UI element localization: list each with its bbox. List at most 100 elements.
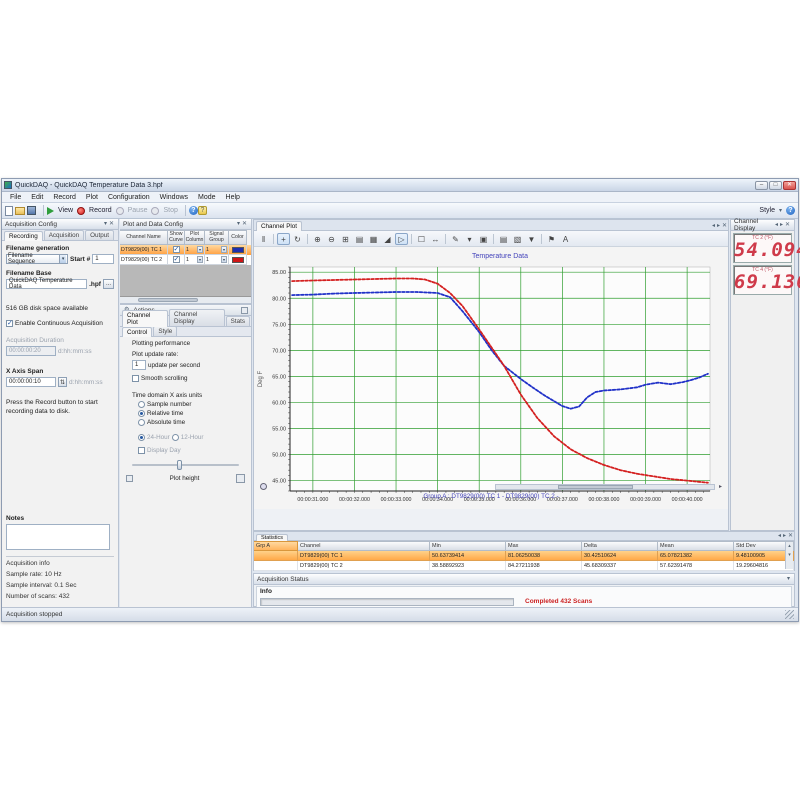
pan-icon[interactable]: +: [277, 232, 290, 245]
chevron-down-icon[interactable]: ▾: [197, 246, 203, 253]
minimize-button[interactable]: –: [755, 180, 768, 190]
smooth-scrolling-checkbox[interactable]: [132, 375, 139, 382]
menu-configuration[interactable]: Configuration: [103, 194, 155, 201]
stats-row[interactable]: DT9829(00) TC 2 38.58892923 84.27211938 45.…: [254, 561, 794, 571]
menu-record[interactable]: Record: [48, 194, 81, 201]
stats-header-min[interactable]: Min: [430, 541, 506, 551]
show-curve-cell[interactable]: [168, 245, 185, 255]
plot-hscrollbar[interactable]: [494, 483, 715, 490]
filename-base-field[interactable]: QuickDAQ Temperature Data: [6, 278, 88, 290]
axes-icon[interactable]: ▤: [353, 233, 366, 245]
zoom-in-icon[interactable]: ⊕: [311, 233, 324, 245]
stats-header-grp-a[interactable]: Grp A: [254, 541, 298, 551]
radio-24-hour[interactable]: [138, 434, 145, 441]
tab-stats[interactable]: Stats: [225, 316, 250, 326]
grid-header-channel-name[interactable]: Channel Name: [120, 230, 168, 245]
pause-display-icon[interactable]: ‖: [257, 233, 270, 245]
menu-mode[interactable]: Mode: [193, 194, 221, 201]
radio-sample-number[interactable]: [138, 401, 145, 408]
flag-icon[interactable]: ⚑: [545, 233, 558, 245]
resize-grip-icon[interactable]: [785, 610, 794, 619]
tab-recording[interactable]: Recording: [4, 231, 43, 241]
pen-dropdown-icon[interactable]: ▾: [463, 233, 476, 245]
zoom-reset-icon[interactable]: ↻: [291, 233, 304, 245]
view-button[interactable]: View: [47, 206, 73, 215]
radio-absolute-time[interactable]: [138, 419, 145, 426]
chevron-down-icon[interactable]: ▾: [778, 207, 783, 215]
chevron-down-icon[interactable]: ▾: [197, 256, 203, 263]
pin-icon[interactable]: ▾: [786, 575, 791, 583]
info-icon[interactable]: ?: [197, 206, 207, 215]
color-cell[interactable]: [229, 245, 247, 255]
update-rate-field[interactable]: 1: [132, 360, 146, 370]
slope-tool-icon[interactable]: ◢: [381, 233, 394, 245]
show-curve-checkbox[interactable]: [172, 255, 180, 263]
radio-relative-time[interactable]: [138, 410, 145, 417]
plot-column-cell[interactable]: 1 ▾: [185, 245, 205, 255]
grid-header-signal-group[interactable]: Signal Group: [205, 230, 229, 245]
menu-file[interactable]: File: [5, 194, 26, 201]
close-panel-icon[interactable]: ✕: [241, 220, 248, 228]
chart-area[interactable]: Temperature Data Deg F 45.00 50.00 55.00 60.0…: [254, 247, 728, 509]
channel-grid-hscrollbar[interactable]: [120, 297, 251, 304]
chevron-down-icon[interactable]: ▾: [221, 246, 227, 253]
help-icon[interactable]: ?: [786, 206, 795, 215]
zoom-out-icon[interactable]: ⊖: [325, 233, 338, 245]
stats-row[interactable]: DT9829(00) TC 1 50.63739414 81.06250038 30.…: [254, 551, 794, 561]
plot-column-cell[interactable]: 1 ▾: [185, 255, 205, 265]
zoom-window-icon[interactable]: ⊞: [339, 233, 352, 245]
style-dropdown[interactable]: Style: [759, 207, 775, 214]
close-panel-icon[interactable]: ✕: [721, 222, 728, 230]
tab-channel-display[interactable]: Channel Display: [168, 309, 225, 326]
help-icon[interactable]: ?: [188, 206, 198, 215]
stop-button[interactable]: Stop: [151, 206, 178, 215]
stats-header-delta[interactable]: Delta: [582, 541, 658, 551]
color-cell[interactable]: [229, 255, 247, 265]
statistics-vscrollbar[interactable]: ▴ ▾: [785, 542, 793, 569]
close-panel-icon[interactable]: ✕: [784, 221, 791, 229]
menu-help[interactable]: Help: [221, 194, 245, 201]
show-curve-checkbox[interactable]: [172, 245, 180, 253]
stats-header-max[interactable]: Max: [506, 541, 582, 551]
channel-row[interactable]: DT9829(00) TC 2 1▾1▾: [120, 255, 251, 265]
channel-row[interactable]: DT9829(00) TC 1 1▾1▾: [120, 245, 251, 255]
menu-edit[interactable]: Edit: [26, 194, 48, 201]
pen-color-icon[interactable]: ✎: [449, 233, 462, 245]
menu-windows[interactable]: Windows: [155, 194, 193, 201]
tab-channel-plot[interactable]: Channel Plot: [256, 221, 303, 231]
close-panel-icon[interactable]: ✕: [787, 532, 794, 540]
grid-header-show-curve[interactable]: Show Curve: [168, 230, 185, 245]
cursor-icon[interactable]: ▷: [395, 232, 408, 245]
subtab-style[interactable]: Style: [153, 326, 178, 336]
stats-header-channel[interactable]: Channel: [298, 541, 430, 551]
tab-output[interactable]: Output: [85, 230, 115, 240]
record-button[interactable]: Record: [77, 206, 112, 215]
display-day-checkbox[interactable]: [138, 447, 145, 454]
print-preview-icon[interactable]: ▧: [511, 233, 524, 245]
browse-button[interactable]: ...: [102, 279, 114, 289]
new-file-icon[interactable]: [5, 205, 13, 216]
tab-acquisition[interactable]: Acquisition: [43, 230, 85, 240]
plot-height-slider[interactable]: [132, 460, 239, 470]
radio-12-hour[interactable]: [171, 434, 179, 441]
start-number-field[interactable]: 1: [92, 254, 114, 264]
annotation-icon[interactable]: A: [559, 233, 572, 245]
maximize-button[interactable]: □: [769, 180, 782, 190]
save-plot-icon[interactable]: ▣: [477, 233, 490, 245]
tab-channel-plot[interactable]: Channel Plot: [122, 310, 168, 327]
continuous-acquisition-checkbox[interactable]: [6, 319, 13, 327]
notes-field[interactable]: [6, 523, 110, 550]
x-axis-span-field[interactable]: 00:00:00:10: [6, 377, 56, 387]
actions-expand-icon[interactable]: [241, 306, 248, 314]
close-panel-icon[interactable]: ✕: [108, 220, 115, 228]
signal-group-cell[interactable]: 1 ▾: [205, 245, 229, 255]
tab-statistics[interactable]: Statistics: [256, 534, 289, 541]
spinner-icon[interactable]: ⇅: [58, 377, 68, 387]
menu-plot[interactable]: Plot: [81, 194, 103, 201]
select-box-icon[interactable]: ☐: [415, 233, 428, 245]
filename-generation-select[interactable]: Filename Sequence ▾: [6, 253, 68, 265]
title-bar[interactable]: QuickDAQ - QuickDAQ Temperature Data 3.h…: [2, 179, 798, 192]
grid-icon[interactable]: ▦: [367, 233, 380, 245]
link-x-axes-icon[interactable]: ↔: [429, 233, 442, 245]
signal-group-cell[interactable]: 1 ▾: [205, 255, 229, 265]
